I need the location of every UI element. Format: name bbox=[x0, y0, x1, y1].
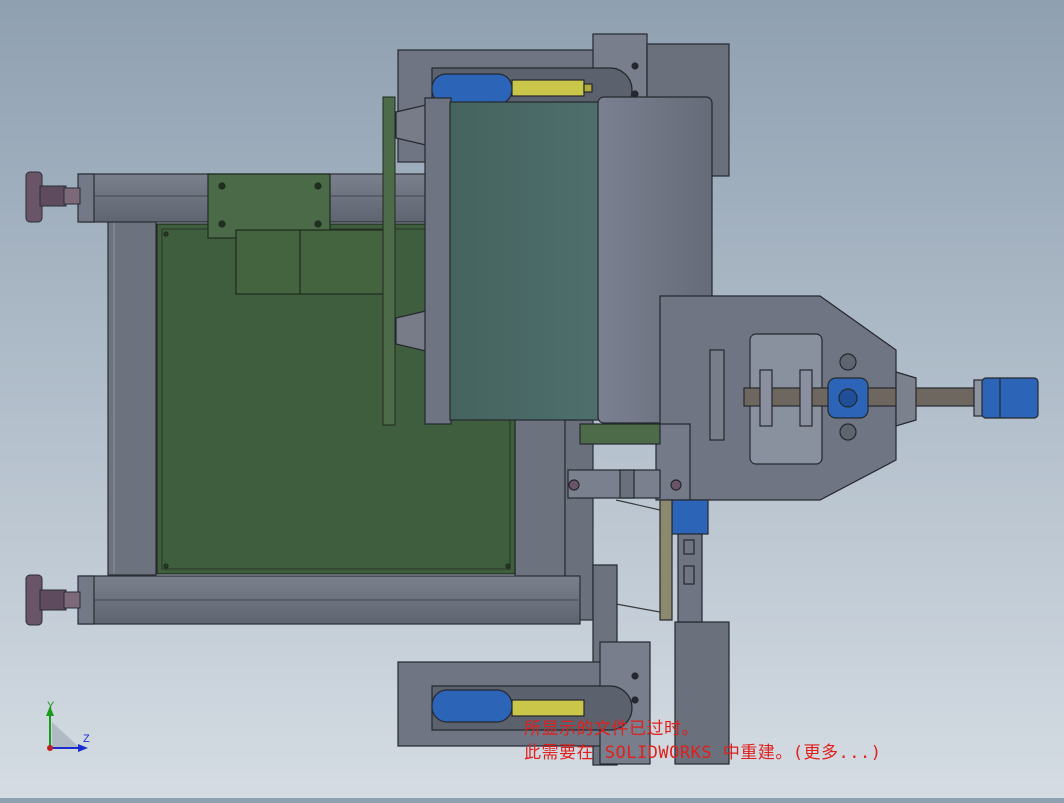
coordinate-triad bbox=[46, 706, 88, 752]
model-viewport[interactable] bbox=[0, 0, 1064, 798]
machine-assembly-drawing[interactable] bbox=[0, 0, 1064, 798]
leveling-foot-bottom bbox=[25, 574, 81, 626]
triad-y-label: Y bbox=[47, 700, 55, 712]
rebuild-warning-line1: 所显示的文件已过时。 bbox=[524, 719, 699, 739]
leveling-foot-top bbox=[25, 171, 81, 223]
triad-z-label: Z bbox=[83, 733, 90, 745]
side-plate bbox=[382, 96, 396, 426]
end-cylinder bbox=[973, 377, 1039, 419]
rebuild-warning-more-link[interactable]: 此需要在 SOLIDWORKS 中重建。(更多...) bbox=[524, 738, 882, 763]
